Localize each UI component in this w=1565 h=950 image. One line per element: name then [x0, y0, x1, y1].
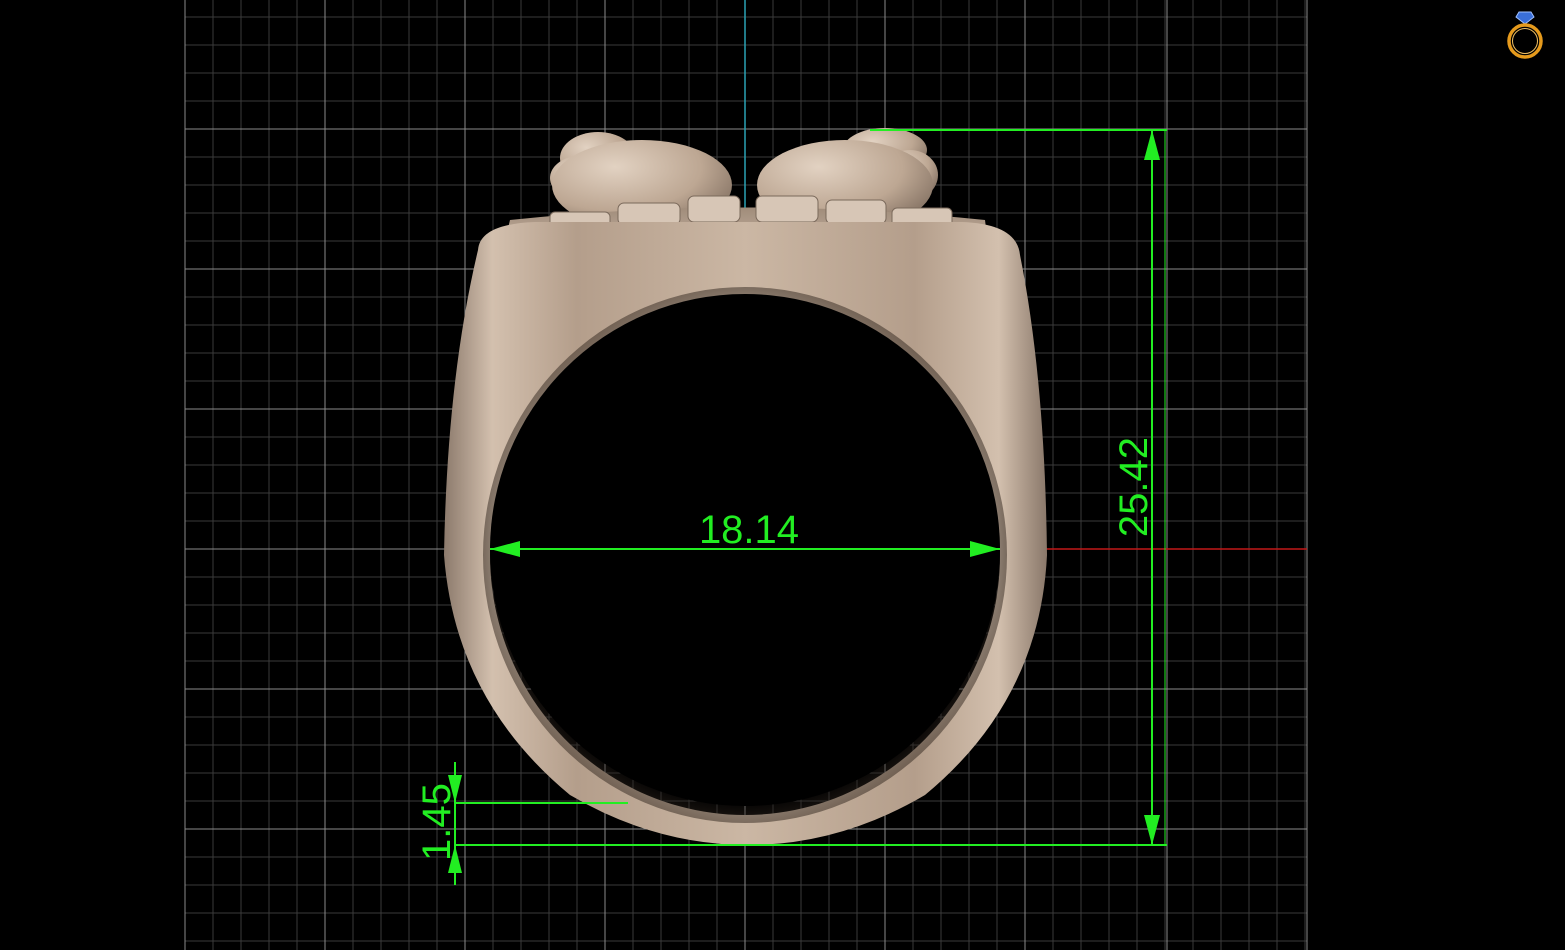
dimension-total-height-label: 25.42	[1112, 437, 1156, 537]
dimension-inner-diameter-label: 18.14	[699, 508, 799, 552]
ring-model[interactable]	[444, 128, 1047, 845]
cad-viewport[interactable]: 18.14 25.42 1.45	[0, 0, 1565, 950]
ring-logo-icon	[1507, 11, 1543, 59]
dimension-band-thickness-label: 1.45	[415, 783, 459, 861]
